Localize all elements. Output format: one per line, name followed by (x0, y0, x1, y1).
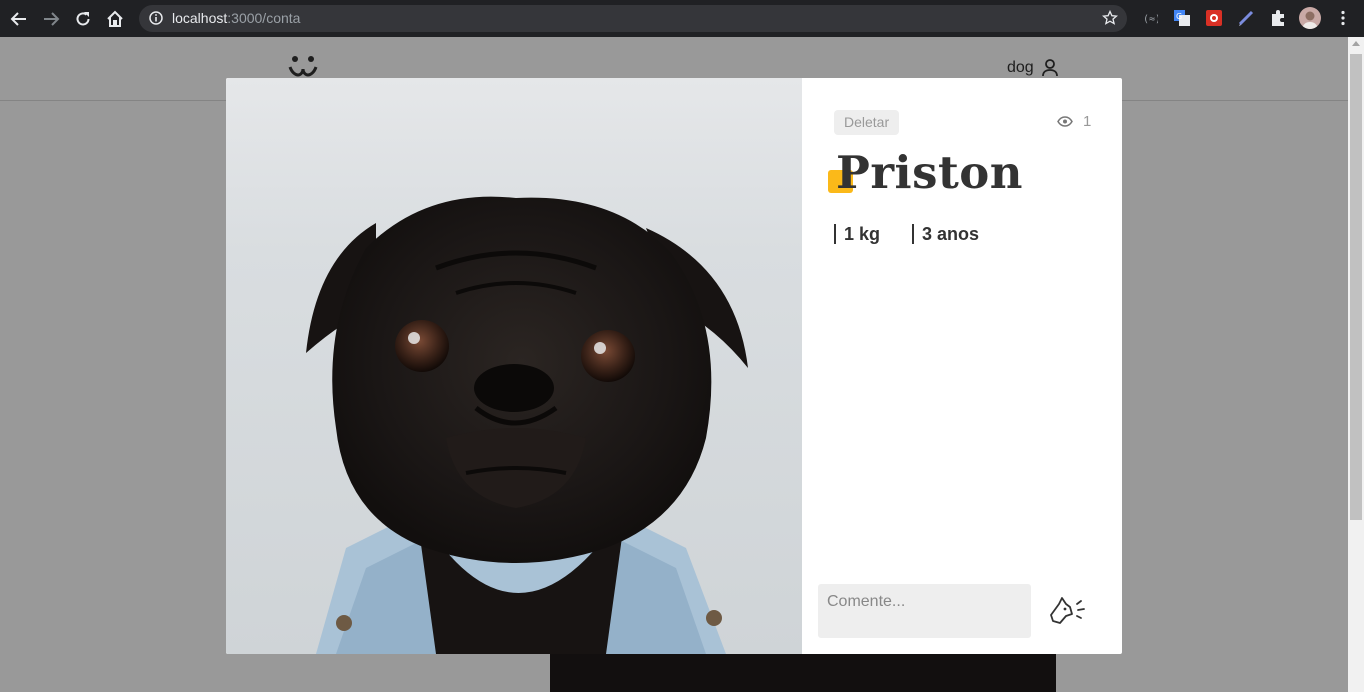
barking-dog-icon (1050, 597, 1085, 624)
pet-name-title[interactable]: Priston (836, 146, 1023, 199)
pet-attributes: 1 kg 3 anos (834, 224, 979, 244)
arrow-right-icon (44, 12, 60, 26)
pug-photo-icon (306, 196, 748, 654)
pet-age: 3 anos (912, 224, 979, 244)
pet-photo (226, 78, 802, 654)
send-comment-button[interactable] (1047, 591, 1087, 631)
reload-button[interactable] (70, 6, 96, 32)
forward-button[interactable] (38, 6, 64, 32)
home-button[interactable] (102, 6, 128, 32)
url-path: :3000/conta (227, 10, 301, 26)
eye-icon (1057, 116, 1073, 127)
browser-menu-icon[interactable] (1333, 8, 1353, 28)
profile-avatar[interactable] (1299, 7, 1321, 29)
extension-translate-icon[interactable]: G (1172, 8, 1192, 28)
info-icon[interactable] (149, 11, 163, 25)
views-count: 1 (1083, 113, 1092, 130)
arrow-left-icon (10, 12, 26, 26)
page-scrollbar[interactable] (1348, 37, 1364, 692)
back-button[interactable] (6, 6, 32, 32)
reload-icon (76, 12, 90, 26)
comment-input[interactable] (818, 584, 1031, 638)
scroll-thumb[interactable] (1350, 54, 1362, 520)
svg-text:(≈): (≈) (1143, 14, 1158, 25)
comment-form (818, 584, 1087, 638)
pet-info-panel: Deletar 1 Priston 1 kg 3 anos (802, 78, 1122, 654)
extensions-puzzle-icon[interactable] (1268, 8, 1288, 28)
scroll-up-arrow-icon[interactable] (1352, 41, 1360, 46)
url-text: localhost:3000/conta (172, 10, 300, 26)
home-icon (107, 10, 123, 27)
extension-pen-icon[interactable] (1236, 8, 1256, 28)
delete-button[interactable]: Deletar (834, 110, 900, 135)
pet-weight: 1 kg (834, 224, 880, 244)
extension-red-icon[interactable] (1204, 8, 1224, 28)
views-counter: 1 (1057, 113, 1091, 130)
svg-text:G: G (1176, 12, 1182, 21)
url-host: localhost (172, 10, 228, 26)
bookmark-star-icon[interactable] (1102, 10, 1118, 26)
browser-toolbar: localhost:3000/conta (≈) G (0, 0, 1364, 37)
photo-modal: Deletar 1 Priston 1 kg 3 anos (226, 78, 1122, 654)
extension-wave-icon[interactable]: (≈) (1140, 8, 1160, 28)
address-bar[interactable]: localhost:3000/conta (139, 5, 1127, 32)
